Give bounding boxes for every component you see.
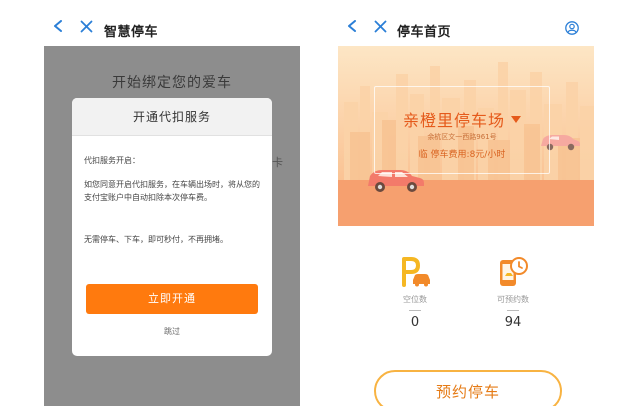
stat-divider [507, 310, 519, 311]
phone-clock-icon [500, 257, 528, 286]
back-arrow-icon[interactable] [347, 20, 357, 32]
back-arrow-icon[interactable] [53, 20, 63, 32]
parking-lot-info-card[interactable]: 亲橙里停车场 余杭区文一西路961号 临 停车费用:8元/小时 [374, 86, 550, 174]
reservable-spots-stat: 可预约数 94 [478, 256, 548, 330]
reserve-parking-button[interactable]: 预约停车 [374, 370, 562, 406]
parking-home-screen: 停车首页 亲橙里停车场 余杭区文一西路961号 临 停车费用:8元/小时 空位数… [338, 0, 594, 406]
activate-now-button[interactable]: 立即开通 [86, 284, 258, 314]
parking-lot-banner: 亲橙里停车场 余杭区文一西路961号 临 停车费用:8元/小时 [338, 46, 594, 226]
parking-lot-address: 余杭区文一西路961号 [427, 133, 497, 141]
available-spots-stat: 空位数 0 [380, 256, 450, 330]
parking-car-icon [402, 257, 430, 287]
background-text-fragment: 卡 [272, 156, 283, 169]
parking-lot-name-text: 亲橙里停车场 [402, 111, 505, 130]
auto-debit-dialog: 开通代扣服务 代扣服务开启： 如您同意开启代扣服务，在车辆出场时，将从您的支付宝… [72, 98, 272, 356]
dialog-intro-text: 代扣服务开启： [84, 156, 140, 165]
nav-bar: 智慧停车 [44, 0, 300, 46]
smart-parking-screen: 智慧停车 开始绑定您的爱车 卡 开通代扣服务 代扣服务开启： 如您同意开启代扣服… [44, 0, 300, 406]
dialog-description-text: 如您同意开启代扣服务，在车辆出场时，将从您的支付宝账户中自动扣除本次停车费。 [84, 180, 260, 202]
dialog-benefit-text: 无需停车、下车，即可秒付，不再拥堵。 [84, 235, 228, 244]
parking-lot-name[interactable]: 亲橙里停车场 [375, 107, 549, 131]
skip-link[interactable]: 跳过 [72, 326, 272, 337]
page-title: 停车首页 [397, 25, 452, 40]
page-title: 智慧停车 [104, 25, 159, 40]
stat-label: 空位数 [403, 295, 427, 304]
stat-value: 0 [410, 315, 420, 330]
close-icon[interactable] [80, 20, 93, 33]
dropdown-caret-icon[interactable] [511, 116, 521, 123]
user-profile-icon[interactable] [565, 21, 579, 35]
modal-overlay: 开始绑定您的爱车 卡 开通代扣服务 代扣服务开启： 如您同意开启代扣服务，在车辆… [44, 46, 300, 406]
screenshot-root: 智慧停车 开始绑定您的爱车 卡 开通代扣服务 代扣服务开启： 如您同意开启代扣服… [0, 0, 640, 406]
nav-bar: 停车首页 [338, 0, 594, 46]
stat-divider [409, 310, 421, 311]
parking-fee: 临 停车费用:8元/小时 [418, 150, 506, 160]
stat-label: 可预约数 [497, 295, 529, 304]
dialog-title: 开通代扣服务 [72, 98, 272, 136]
stat-value: 94 [504, 315, 522, 330]
close-icon[interactable] [374, 20, 387, 33]
background-heading: 开始绑定您的爱车 [112, 75, 232, 91]
